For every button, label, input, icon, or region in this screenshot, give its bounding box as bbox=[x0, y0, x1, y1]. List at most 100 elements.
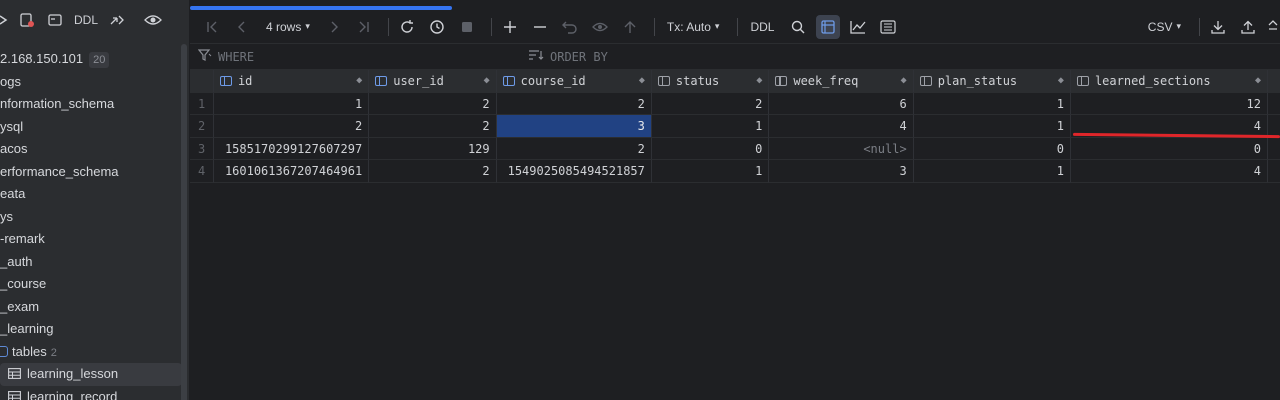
cell-learned-sections[interactable]: 0 bbox=[1070, 137, 1268, 160]
cell-course-id[interactable]: 2 bbox=[496, 92, 652, 115]
next-page-icon[interactable] bbox=[322, 15, 346, 39]
tree-item-seata[interactable]: eata bbox=[0, 183, 182, 206]
cell-week-freq-null[interactable]: <null> bbox=[769, 137, 914, 160]
table-row[interactable]: 4 1601061367207464961 2 1549025085494521… bbox=[190, 160, 1280, 183]
arrow-icon[interactable] bbox=[0, 11, 8, 29]
cell-user-id[interactable]: 129 bbox=[369, 137, 497, 160]
cell-status[interactable]: 0 bbox=[651, 137, 770, 160]
tree-host[interactable]: 2.168.150.101 20 bbox=[0, 48, 182, 71]
table-row[interactable]: 3 1585170299127607297 129 2 0 <null> 0 0 bbox=[190, 137, 1280, 160]
ddl-button[interactable]: DDL bbox=[74, 13, 98, 27]
cell-learned-sections[interactable]: 4 bbox=[1070, 160, 1268, 183]
tree-item-exam[interactable]: _exam bbox=[0, 296, 182, 319]
cell-id[interactable]: 1 bbox=[213, 92, 370, 115]
cell-user-id[interactable]: 2 bbox=[369, 92, 497, 115]
tree-item-sys[interactable]: ys bbox=[0, 206, 182, 229]
tree-item-remark[interactable]: -remark bbox=[0, 228, 182, 251]
disconnect-icon[interactable] bbox=[18, 11, 36, 29]
tree-item-nacos[interactable]: acos bbox=[0, 138, 182, 161]
search-icon[interactable] bbox=[786, 15, 810, 39]
sort-toggle-icon[interactable]: ◆ bbox=[1058, 70, 1064, 92]
cell-course-id[interactable]: 2 bbox=[496, 137, 652, 160]
tree-item-mysql[interactable]: ysql bbox=[0, 116, 182, 139]
row-number[interactable]: 3 bbox=[190, 137, 214, 160]
sort-toggle-icon[interactable]: ◆ bbox=[1255, 70, 1261, 92]
delete-row-icon[interactable] bbox=[528, 15, 552, 39]
stop-icon[interactable] bbox=[455, 15, 479, 39]
cell-id[interactable]: 2 bbox=[213, 115, 370, 138]
cell-week-freq[interactable]: 4 bbox=[769, 115, 914, 138]
first-page-icon[interactable] bbox=[200, 15, 224, 39]
sort-toggle-icon[interactable]: ◆ bbox=[901, 70, 907, 92]
cell-id[interactable]: 1585170299127607297 bbox=[213, 137, 370, 160]
column-header-next[interactable] bbox=[1268, 70, 1280, 93]
sort-toggle-icon[interactable]: ◆ bbox=[639, 70, 645, 92]
cell-week-freq[interactable]: 6 bbox=[769, 92, 914, 115]
cell-plan-status[interactable]: 1 bbox=[913, 115, 1071, 138]
download-icon[interactable] bbox=[1206, 15, 1230, 39]
jump-to-icon[interactable] bbox=[108, 11, 126, 29]
tree-item-tables[interactable]: tables 2 bbox=[0, 341, 182, 364]
column-header-learned-sections[interactable]: learned_sections ◆ bbox=[1070, 70, 1268, 93]
eye-icon[interactable] bbox=[144, 11, 162, 29]
column-header-week-freq[interactable]: week_freq ◆ bbox=[769, 70, 914, 93]
cell-status[interactable]: 2 bbox=[651, 92, 770, 115]
row-number[interactable]: 4 bbox=[190, 160, 214, 183]
table-view-toggle-icon[interactable] bbox=[816, 14, 841, 39]
preview-changes-icon[interactable] bbox=[588, 15, 612, 39]
cell-course-id-selected[interactable]: 3 bbox=[496, 115, 652, 138]
cell-status[interactable]: 1 bbox=[651, 115, 770, 138]
cell-plan-status[interactable]: 0 bbox=[913, 137, 1071, 160]
revert-icon[interactable] bbox=[558, 15, 582, 39]
last-page-icon[interactable] bbox=[352, 15, 376, 39]
tree-item-logs[interactable]: ogs bbox=[0, 71, 182, 94]
row-number[interactable]: 2 bbox=[190, 115, 214, 138]
column-header-user-id[interactable]: user_id ◆ bbox=[369, 70, 497, 93]
tree-item-course[interactable]: _course bbox=[0, 273, 182, 296]
cell-plan-status[interactable]: 1 bbox=[913, 92, 1071, 115]
column-header-plan-status[interactable]: plan_status ◆ bbox=[913, 70, 1071, 93]
prev-page-icon[interactable] bbox=[230, 15, 254, 39]
sort-toggle-icon[interactable]: ◆ bbox=[756, 70, 762, 92]
row-number[interactable]: 1 bbox=[190, 92, 214, 115]
orderby-filter[interactable]: ORDER BY bbox=[528, 49, 608, 64]
sort-toggle-icon[interactable]: ◆ bbox=[484, 70, 490, 92]
console-icon[interactable] bbox=[46, 11, 64, 29]
cell-next[interactable] bbox=[1268, 160, 1280, 183]
tree-item-learning-record[interactable]: learning_record bbox=[0, 386, 182, 400]
refresh-icon[interactable] bbox=[395, 15, 419, 39]
cell-week-freq[interactable]: 3 bbox=[769, 160, 914, 183]
transaction-mode-dropdown[interactable]: Tx: Auto ▾ bbox=[661, 15, 726, 39]
cell-user-id[interactable]: 2 bbox=[369, 115, 497, 138]
upload-icon[interactable] bbox=[1236, 15, 1260, 39]
sort-toggle-icon[interactable]: ◆ bbox=[356, 70, 362, 92]
where-filter[interactable]: WHERE bbox=[197, 49, 254, 64]
tree-item-performance-schema[interactable]: erformance_schema bbox=[0, 161, 182, 184]
cell-plan-status[interactable]: 1 bbox=[913, 160, 1071, 183]
submit-icon[interactable] bbox=[618, 15, 642, 39]
cell-learned-sections[interactable]: 12 bbox=[1070, 92, 1268, 115]
export-format-dropdown[interactable]: CSV ▾ bbox=[1142, 15, 1187, 39]
column-header-course-id[interactable]: course_id ◆ bbox=[496, 70, 652, 93]
cell-status[interactable]: 1 bbox=[651, 160, 770, 183]
history-clock-icon[interactable] bbox=[425, 15, 449, 39]
tree-item-auth[interactable]: _auth bbox=[0, 251, 182, 274]
column-header-status[interactable]: status ◆ bbox=[651, 70, 770, 93]
rows-dropdown[interactable]: 4 rows ▾ bbox=[260, 15, 316, 39]
cell-user-id[interactable]: 2 bbox=[369, 160, 497, 183]
table-row[interactable]: 1 1 2 2 2 6 1 12 bbox=[190, 92, 1280, 115]
add-row-icon[interactable] bbox=[498, 15, 522, 39]
ddl-button[interactable]: DDL bbox=[744, 15, 780, 39]
tree-item-learning-lesson[interactable]: learning_lesson bbox=[0, 363, 182, 386]
cell-course-id[interactable]: 1549025085494521857 bbox=[496, 160, 652, 183]
explorer-scrollbar[interactable] bbox=[181, 44, 187, 400]
cell-next[interactable] bbox=[1268, 93, 1280, 115]
tree-item-learning[interactable]: _learning bbox=[0, 318, 182, 341]
more-icon[interactable] bbox=[1266, 15, 1280, 39]
columns-settings-icon[interactable] bbox=[876, 15, 900, 39]
cell-next[interactable] bbox=[1268, 138, 1280, 160]
column-header-id[interactable]: id ◆ bbox=[213, 70, 370, 93]
tree-item-information-schema[interactable]: nformation_schema bbox=[0, 93, 182, 116]
chart-icon[interactable] bbox=[846, 15, 870, 39]
cell-id[interactable]: 1601061367207464961 bbox=[213, 160, 370, 183]
